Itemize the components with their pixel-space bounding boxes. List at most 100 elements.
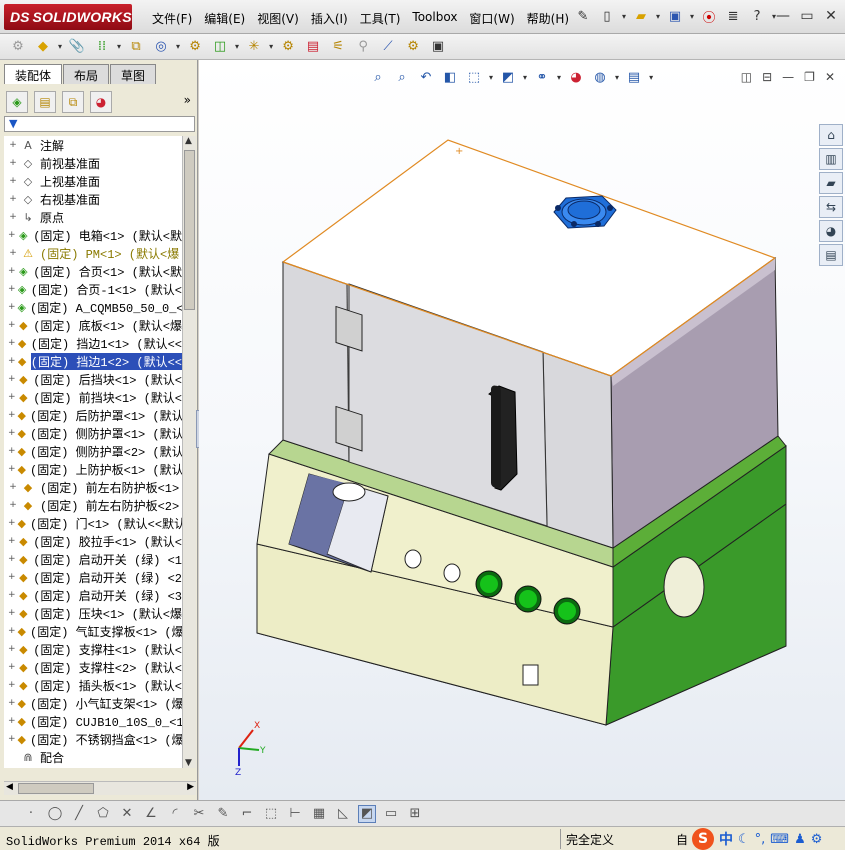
expand-icon[interactable]: + [8, 140, 18, 150]
bill-of-materials-icon[interactable]: ▤ [303, 37, 323, 57]
tree-item[interactable]: + ◆ (固定) 小气缸支架<1> (爆 [4, 694, 182, 712]
ime-language[interactable]: 中 [719, 829, 733, 849]
tree-item[interactable]: + ◆ (固定) 气缸支撑板<1> (爆 [4, 622, 182, 640]
tree-item[interactable]: + ◆ (固定) 后防护罩<1> (默认 [4, 406, 182, 424]
scroll-right-icon[interactable]: ▶ [187, 782, 194, 792]
tree-item[interactable]: + ◆ (固定) 前左右防护板<1> [4, 478, 182, 496]
expand-icon[interactable]: + [8, 518, 16, 528]
expand-icon[interactable]: + [8, 158, 18, 168]
user-icon[interactable]: ♟ [794, 832, 806, 847]
expand-icon[interactable]: + [8, 590, 16, 600]
tree-item[interactable]: + ◆ (固定) 后挡块<1> (默认< [4, 370, 182, 388]
hscroll-thumb[interactable] [18, 783, 94, 794]
expand-icon[interactable]: + [8, 644, 16, 654]
options-icon[interactable]: ≣ [724, 7, 742, 25]
display-manager-icon[interactable]: ◕ [90, 91, 112, 113]
tree-item[interactable]: + ◆ (固定) 不锈钢挡盒<1> (爆 [4, 730, 182, 748]
insert-component-icon[interactable]: ⚙ [8, 37, 28, 57]
status-units[interactable]: 自 [676, 831, 688, 848]
tree-item[interactable]: + ◆ (固定) 挡边1<1> (默认<< [4, 334, 182, 352]
tab-assembly[interactable]: 装配体 [4, 64, 63, 84]
expand-icon[interactable]: + [8, 608, 16, 618]
single-view-icon[interactable]: ▭ [382, 805, 400, 823]
menu-help[interactable]: 帮助(H) [523, 9, 577, 27]
tree-item[interactable]: + ◆ (固定) 启动开关 (绿) <1 [4, 550, 182, 568]
expand-icon[interactable]: + [8, 716, 16, 726]
close-icon[interactable]: ✕ [823, 8, 839, 24]
dimension-icon[interactable]: ⊢ [286, 805, 304, 823]
polygon-icon[interactable]: ⬠ [94, 805, 112, 823]
minimize-icon[interactable]: — [775, 8, 791, 24]
point-icon[interactable]: · [22, 805, 40, 823]
new-dropdown-icon[interactable]: ▾ [622, 12, 626, 21]
tree-item[interactable]: + ◆ (固定) 前挡块<1> (默认< [4, 388, 182, 406]
tree-item[interactable]: + ◇ 前视基准面 [4, 154, 182, 172]
solidworks-logo[interactable]: DS SOLIDWORKS [4, 4, 132, 30]
punctuation-icon[interactable]: °, [755, 832, 766, 847]
isometric-view-icon[interactable]: ◩ [358, 804, 376, 823]
scroll-left-icon[interactable]: ◀ [6, 782, 13, 792]
arc-icon[interactable]: ◜ [166, 805, 184, 823]
tree-item[interactable]: + ◆ (固定) 侧防护罩<2> (默认 [4, 442, 182, 460]
expand-icon[interactable]: + [8, 662, 16, 672]
expand-icon[interactable]: + [8, 572, 16, 582]
chevron-right-icon[interactable]: » [184, 93, 191, 107]
tree-item[interactable]: + ◆ (固定) 底板<1> (默认<爆 [4, 316, 182, 334]
open-folder-icon[interactable]: ▰ [632, 7, 650, 25]
tree-item[interactable]: + ◆ (固定) 门<1> (默认<<默认 [4, 514, 182, 532]
scroll-down-icon[interactable]: ▼ [185, 758, 192, 768]
help-icon[interactable]: ? [748, 7, 766, 25]
graphics-viewport[interactable]: ⌕ ⌕ ↶ ◧ ⬚ ▾ ◩ ▾ ⚭ ▾ ◕ ◍ ▾ ▤ ▾ ◫ ⊟ — ❐ ✕ ⌂ ▥ ▰… [199, 60, 845, 800]
smart-fasteners-icon[interactable]: ⧉ [126, 37, 146, 57]
tree-item[interactable]: + ◈ (固定) 合页<1> (默认<默 [4, 262, 182, 280]
menu-window[interactable]: 窗口(W) [465, 9, 522, 27]
linear-pattern-icon[interactable]: ⁞⁞ [92, 37, 112, 57]
expand-icon[interactable] [8, 753, 18, 762]
menu-file[interactable]: 文件(F) [148, 9, 200, 27]
tree-item[interactable]: + ◆ (固定) 挡边1<2> (默认<< [4, 352, 182, 370]
expand-icon[interactable]: + [8, 680, 16, 690]
new-document-icon[interactable]: ▯ [598, 7, 616, 25]
expand-icon[interactable]: + [8, 500, 18, 510]
tree-item[interactable]: + ◆ (固定) 前左右防护板<2> [4, 496, 182, 514]
reference-geometry-icon[interactable]: ✳ [244, 37, 264, 57]
tree-item[interactable]: + ◆ (固定) 侧防护罩<1> (默认 [4, 424, 182, 442]
grid-icon[interactable]: ▦ [310, 805, 328, 823]
expand-icon[interactable]: + [8, 410, 16, 420]
new-part-icon[interactable]: ◆ [33, 37, 53, 57]
feature-manager-icon[interactable]: ◈ [6, 91, 28, 113]
expand-icon[interactable]: + [8, 302, 16, 312]
restore-icon[interactable]: ▭ [799, 8, 815, 24]
keyboard-icon[interactable]: ⌨ [770, 832, 789, 847]
configuration-manager-icon[interactable]: ⧉ [62, 91, 84, 113]
show-hidden-icon[interactable]: ⚙ [185, 37, 205, 57]
triangle-icon[interactable]: ◺ [334, 805, 352, 823]
expand-icon[interactable]: + [8, 698, 16, 708]
move-component-icon[interactable]: ◎ [151, 37, 171, 57]
menu-insert[interactable]: 插入(I) [307, 9, 356, 27]
save-dropdown-icon[interactable]: ▾ [690, 12, 694, 21]
scroll-thumb[interactable] [184, 150, 195, 310]
3d-model[interactable]: + X Y Z [199, 60, 845, 800]
line-icon[interactable]: ╱ [70, 805, 88, 823]
expand-icon[interactable]: + [8, 284, 16, 294]
tree-item[interactable]: + ◈ (固定) 合页-1<1> (默认< [4, 280, 182, 298]
expand-icon[interactable]: + [8, 194, 18, 204]
features-dropdown-icon[interactable]: ▾ [235, 42, 239, 51]
expand-icon[interactable]: + [8, 428, 16, 438]
four-view-icon[interactable]: ⊞ [406, 805, 424, 823]
new-motion-study-icon[interactable]: ⚙ [278, 37, 298, 57]
instant3d-icon[interactable]: ▣ [428, 37, 448, 57]
corner-icon[interactable]: ⌐ [238, 805, 256, 823]
property-manager-icon[interactable]: ▤ [34, 91, 56, 113]
expand-icon[interactable]: + [8, 626, 16, 636]
expand-icon[interactable]: + [8, 464, 16, 474]
tree-filter[interactable]: ▼ [4, 116, 195, 132]
tree-item[interactable]: + ◈ (固定) 电箱<1> (默认<默 [4, 226, 182, 244]
tree-item[interactable]: + ◆ (固定) 启动开关 (绿) <3 [4, 586, 182, 604]
expand-icon[interactable]: + [8, 482, 18, 492]
tree-item[interactable]: + ⚠ (固定) PM<1> (默认<爆 [4, 244, 182, 262]
menu-edit[interactable]: 编辑(E) [200, 9, 253, 27]
explode-line-sketch-icon[interactable]: ⚲ [353, 37, 373, 57]
tree-item[interactable]: ⋒ 配合 [4, 748, 182, 766]
